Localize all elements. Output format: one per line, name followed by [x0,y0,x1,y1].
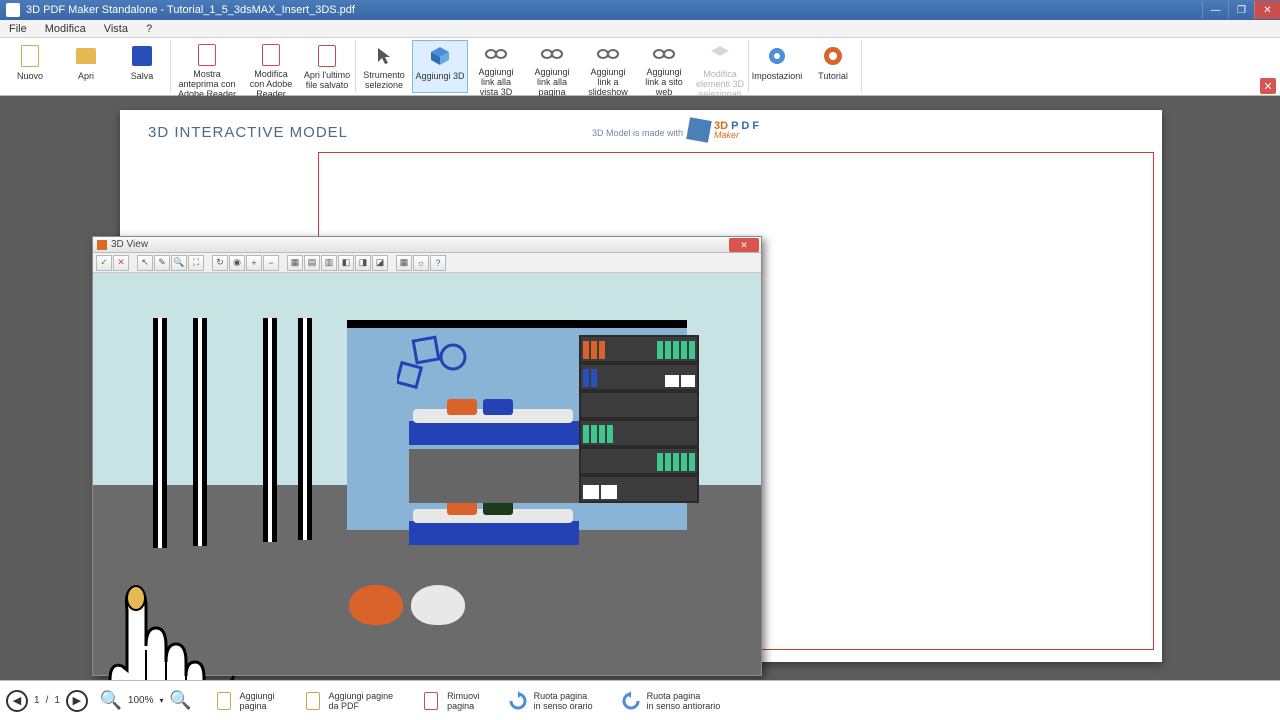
3d-view-app-icon [97,240,107,250]
3d-orbit-tool[interactable]: ◉ [229,255,245,271]
remove-page-icon [421,691,441,711]
3d-view-toolbar: ✓ ✕ ↖ ✎ 🔍 ⛶ ↻ ◉ + − ▦ ▤ ▥ ◧ ◨ ◪ ▦ [93,253,761,273]
3d-view-close-button[interactable]: ✕ [729,238,759,252]
tool-impostazioni[interactable]: Impostazioni [749,40,805,93]
tool-aggiungi-pagina[interactable]: Aggiungipagina [208,689,281,713]
tool-link-vista-3d[interactable]: Aggiungi link alla vista 3D [468,40,524,93]
3d-view-top[interactable]: ▦ [287,255,303,271]
menubar: File Modifica Vista ? [0,20,1280,38]
3d-view-side[interactable]: ▥ [321,255,337,271]
tool-modifica-adobe[interactable]: Modifica con Adobe Reader [243,40,299,93]
menu-file[interactable]: File [0,21,36,37]
gear-icon [765,44,789,68]
3d-lighting[interactable]: ☼ [413,255,429,271]
zoom-out-button[interactable]: 🔍 [170,690,192,712]
zoom-value: 100% [128,695,154,706]
logo-3d-pdf-maker: 3D P D F Maker [688,116,760,144]
tool-modifica-elementi-3d: Modifica elementi 3D selezionati [692,40,748,93]
bottombar: ◀ 1 / 1 ▶ 🔍 100% ▾ 🔍 Aggiungipagina Aggi… [0,680,1280,720]
bunk-bed-prop [405,403,585,563]
tool-apri-ultimo[interactable]: Apri l'ultimo file salvato [299,40,355,93]
link-page-icon [540,44,564,64]
ribbon-toolbar: ✕ Nuovo Apri Salva Mostra anteprima con … [0,38,1280,96]
save-icon [130,44,154,68]
tool-mostra-anteprima[interactable]: Mostra anteprima con Adobe Reader [171,40,243,93]
3d-view-ortho[interactable]: ◪ [372,255,388,271]
window-titlebar: 3D PDF Maker Standalone - Tutorial_1_5_3… [0,0,1280,20]
tool-ruota-orario[interactable]: Ruota paginain senso orario [502,689,599,713]
tool-apri[interactable]: Apri [58,40,114,93]
page-subtitle: 3D Model is made with [592,128,683,138]
tool-ruota-antiorario[interactable]: Ruota paginain senso antiorario [615,689,727,713]
menu-modifica[interactable]: Modifica [36,21,95,37]
3d-view-persp[interactable]: ◨ [355,255,371,271]
3d-zoom-in-tool[interactable]: + [246,255,262,271]
cube-3d-icon [428,44,452,68]
tool-link-pagina[interactable]: Aggiungi link alla pagina [524,40,580,93]
3d-view-titlebar[interactable]: 3D View ✕ [93,237,761,253]
window-title: 3D PDF Maker Standalone - Tutorial_1_5_3… [26,4,355,16]
tool-tutorial[interactable]: Tutorial [805,40,861,93]
3d-view-front[interactable]: ▤ [304,255,320,271]
link-view-icon [484,44,508,64]
3d-accept-button[interactable]: ✓ [96,255,112,271]
workspace: 3D INTERACTIVE MODEL 3D Model is made wi… [0,96,1280,680]
3d-zoom-tool[interactable]: 🔍 [171,255,187,271]
tool-salva[interactable]: Salva [114,40,170,93]
white-pouf-prop [411,585,465,625]
window-close-button[interactable]: ✕ [1254,1,1280,19]
edit-pdf-icon [259,44,283,66]
open-folder-icon [74,44,98,68]
tool-link-sito-web[interactable]: Aggiungi link a sito web [636,40,692,93]
tool-aggiungi-3d[interactable]: Aggiungi 3D [412,40,468,93]
cursor-icon [372,44,396,67]
3d-view-iso[interactable]: ◧ [338,255,354,271]
app-icon [6,3,20,17]
edit-3d-icon [708,44,732,66]
page-next-button[interactable]: ▶ [66,690,88,712]
page-title: 3D INTERACTIVE MODEL [148,124,348,141]
3d-zoom-out-tool[interactable]: − [263,255,279,271]
window-maximize-button[interactable]: ❐ [1228,1,1254,19]
window-minimize-button[interactable]: — [1202,1,1228,19]
new-file-icon [18,44,42,68]
3d-canvas[interactable] [93,273,761,675]
shelf-prop [579,335,699,573]
3d-rotate-tool[interactable]: ↻ [212,255,228,271]
page-total: 1 [54,695,60,706]
link-web-icon [652,44,676,64]
ribbon-close-button[interactable]: ✕ [1260,78,1276,94]
add-page-icon [214,691,234,711]
wall-art-icon [397,333,477,389]
3d-view-title: 3D View [111,239,148,250]
page-separator: / [46,695,49,706]
rotate-cw-icon [508,691,528,711]
zoom-in-button[interactable]: 🔍 [100,690,122,712]
pdf-preview-icon [195,44,219,66]
page-current: 1 [34,695,40,706]
link-slideshow-icon [596,44,620,64]
3d-cursor-tool[interactable]: ↖ [137,255,153,271]
add-pages-pdf-icon [303,691,323,711]
zoom-dropdown-icon[interactable]: ▾ [159,696,163,705]
3d-view-window[interactable]: 3D View ✕ ✓ ✕ ↖ ✎ 🔍 ⛶ ↻ ◉ + − ▦ ▤ ▥ ◧ [92,236,762,676]
menu-vista[interactable]: Vista [95,21,137,37]
3d-render-mode[interactable]: ▦ [396,255,412,271]
tool-link-slideshow[interactable]: Aggiungi link a slideshow 3D [580,40,636,93]
orange-pouf-prop [349,585,403,625]
3d-help-button[interactable]: ? [430,255,446,271]
recent-file-icon [315,44,339,67]
tool-aggiungi-pagine-pdf[interactable]: Aggiungi pagineda PDF [297,689,400,713]
tool-rimuovi-pagina[interactable]: Rimuovipagina [415,689,486,713]
menu-help[interactable]: ? [137,21,161,37]
tool-strumento-selezione[interactable]: Strumento selezione [356,40,412,93]
rotate-ccw-icon [621,691,641,711]
3d-pan-tool[interactable]: ✎ [154,255,170,271]
lifebuoy-icon [821,44,845,68]
tool-nuovo[interactable]: Nuovo [2,40,58,93]
page-prev-button[interactable]: ◀ [6,690,28,712]
3d-zoom-extents-tool[interactable]: ⛶ [188,255,204,271]
3d-cancel-button[interactable]: ✕ [113,255,129,271]
